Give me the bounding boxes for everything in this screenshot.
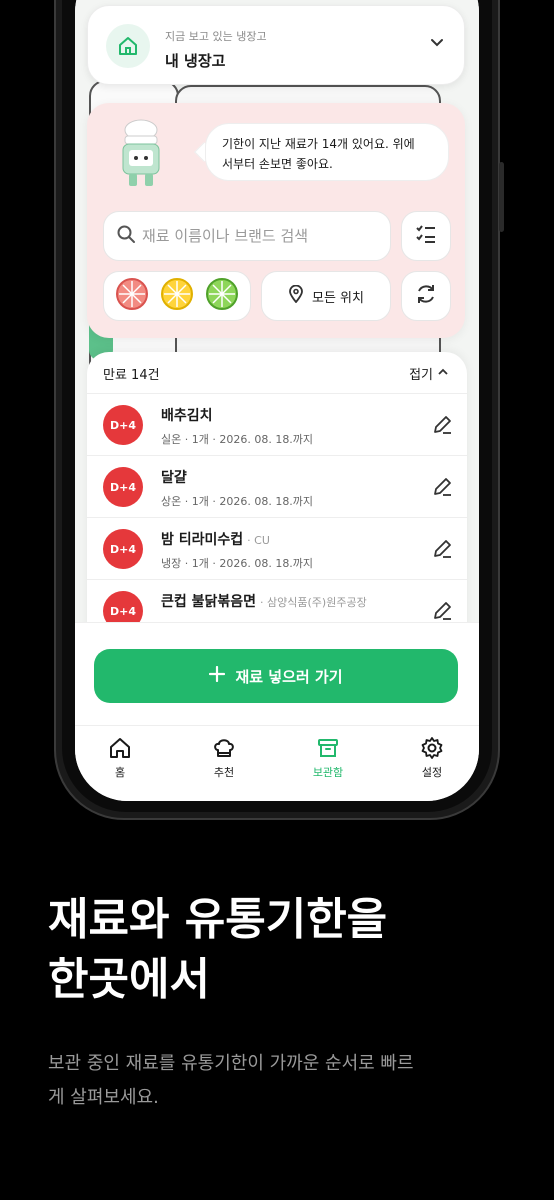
checklist-icon — [414, 222, 438, 250]
item-name-text: 밤 티라미수컵 — [161, 532, 244, 548]
promo-subtext: 보관 중인 재료를 유통기한이 가까운 순서로 빠르 게 살펴보세요. — [48, 1047, 508, 1115]
item-name: 큰컵 불닭볶음면 · 삼양식품(주)원주공장 — [161, 591, 367, 611]
location-filter-button[interactable]: 모든 위치 — [261, 271, 391, 321]
app-screen: 지금 보고 있는 냉장고 내 냉장고 기한이 지난 재료가 14개 있어요. 위… — [75, 0, 479, 801]
tab-recommend[interactable]: 추천 — [189, 736, 259, 780]
list-item[interactable]: D+4 달걀 상온 · 1개 · 2026. 08. 18.까지 — [87, 456, 467, 518]
promo-headline: 재료와 유통기한을 한곳에서 — [48, 890, 387, 1010]
pencil-icon[interactable] — [431, 414, 453, 440]
item-meta: 냉장 · 1개 · 2026. 08. 18.까지 — [161, 557, 314, 570]
refresh-button[interactable] — [401, 271, 451, 321]
phone-side-button — [499, 162, 504, 232]
home-icon — [110, 738, 130, 758]
tab-storage-label: 보관함 — [312, 766, 344, 779]
fridge-selector-title: 내 냉장고 — [165, 52, 226, 70]
refresh-icon — [414, 282, 438, 310]
grapefruit-icon[interactable] — [115, 277, 149, 315]
tab-home-label: 홈 — [114, 766, 126, 779]
checklist-button[interactable] — [401, 211, 451, 261]
promo-headline-line1: 재료와 유통기한을 — [48, 894, 388, 945]
item-brand: · 삼양식품(주)원주공장 — [260, 596, 367, 609]
tab-home[interactable]: 홈 — [85, 736, 155, 780]
item-name-text: 달걀 — [161, 470, 187, 486]
item-name-text: 배추김치 — [161, 408, 213, 424]
item-name: 밤 티라미수컵 · CU — [161, 529, 270, 549]
plus-icon — [209, 665, 226, 686]
item-name-text: 큰컵 불닭볶음면 — [161, 594, 257, 610]
chevron-down-icon — [428, 34, 446, 56]
promo-headline-line2: 한곳에서 — [48, 954, 210, 1005]
item-name: 배추김치 — [161, 405, 213, 425]
assistant-speech-bubble: 기한이 지난 재료가 14개 있어요. 위에 서부터 손보면 좋아요. — [205, 123, 449, 181]
lime-icon[interactable] — [205, 277, 239, 315]
list-count-header: 만료 14건 — [103, 368, 160, 383]
collapse-toggle[interactable]: 접기 — [409, 364, 449, 383]
tab-settings-label: 설정 — [421, 766, 443, 779]
add-ingredient-label: 재료 넣으러 가기 — [235, 667, 343, 686]
list-item[interactable]: D+4 배추김치 실온 · 1개 · 2026. 08. 18.까지 — [87, 394, 467, 456]
location-pin-icon — [288, 284, 304, 307]
search-bar[interactable] — [103, 211, 391, 261]
archive-box-icon — [318, 739, 338, 757]
tab-recommend-label: 추천 — [213, 766, 235, 779]
chevron-up-icon — [437, 366, 449, 382]
item-name: 달걀 — [161, 467, 187, 487]
dday-badge: D+4 — [103, 405, 143, 445]
chef-hat-icon — [214, 739, 234, 757]
search-icon — [116, 224, 136, 248]
tab-settings[interactable]: 설정 — [397, 736, 467, 780]
location-filter-label: 모든 위치 — [312, 290, 364, 306]
gear-icon — [421, 737, 443, 759]
pencil-icon[interactable] — [431, 476, 453, 502]
list-item[interactable]: D+4 밤 티라미수컵 · CU 냉장 · 1개 · 2026. 08. 18.까… — [87, 518, 467, 580]
tab-storage[interactable]: 보관함 — [293, 736, 363, 780]
fridge-selector-subtitle: 지금 보고 있는 냉장고 — [165, 30, 267, 43]
add-ingredient-button[interactable]: 재료 넣으러 가기 — [94, 649, 458, 703]
fridge-selector[interactable]: 지금 보고 있는 냉장고 내 냉장고 — [87, 5, 465, 85]
item-meta: 상온 · 1개 · 2026. 08. 18.까지 — [161, 495, 314, 508]
assistant-panel: 기한이 지난 재료가 14개 있어요. 위에 서부터 손보면 좋아요. 재료 이… — [87, 103, 465, 338]
home-icon — [106, 24, 150, 68]
add-button-area: 재료 넣으러 가기 — [75, 622, 479, 722]
item-meta: 실온 · 1개 · 2026. 08. 18.까지 — [161, 433, 314, 446]
bottom-tab-bar: 홈 추천 보관함 설정 — [75, 725, 479, 801]
pencil-icon[interactable] — [431, 538, 453, 564]
search-input[interactable] — [142, 227, 382, 245]
dday-badge: D+4 — [103, 467, 143, 507]
promo-subtext-line1: 보관 중인 재료를 유통기한이 가까운 순서로 빠르 — [48, 1053, 414, 1074]
promo-subtext-line2: 게 살펴보세요. — [48, 1087, 159, 1108]
lemon-icon[interactable] — [160, 277, 194, 315]
expired-items-list: 만료 14건 접기 D+4 배추김치 실온 · 1개 · 2026. 08. 1… — [87, 352, 467, 652]
fruit-filter-group[interactable] — [103, 271, 251, 321]
item-brand: · CU — [247, 534, 270, 547]
dday-badge: D+4 — [103, 529, 143, 569]
assistant-message-line2: 서부터 손보면 좋아요. — [222, 157, 333, 171]
chef-mascot-icon — [111, 118, 171, 190]
assistant-message-line1: 기한이 지난 재료가 14개 있어요. 위에 — [222, 137, 415, 151]
collapse-label: 접기 — [409, 368, 433, 383]
